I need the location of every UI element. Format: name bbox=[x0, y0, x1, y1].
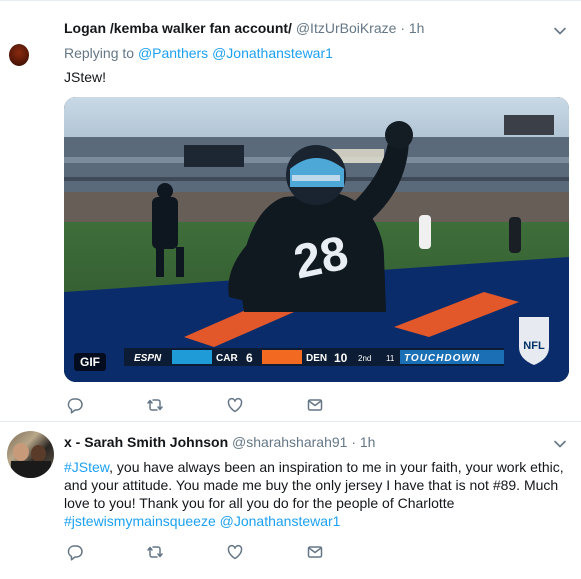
timestamp[interactable]: 1h bbox=[409, 20, 425, 36]
replying-prefix: Replying to bbox=[64, 45, 135, 61]
gif-badge: GIF bbox=[74, 353, 106, 371]
scoreboard-clock: 11 bbox=[386, 354, 395, 363]
mention-jonathanstewar1[interactable]: @Jonathanstewar1 bbox=[220, 513, 341, 529]
gif-frame: 28 NFL ESPN CAR 6 DEN 10 2nd 11 TOUCHDOW… bbox=[64, 97, 569, 382]
tweet-header: x - Sarah Smith Johnson @sharahsharah91 … bbox=[64, 434, 375, 450]
display-name[interactable]: x - Sarah Smith Johnson bbox=[64, 434, 228, 450]
reply-icon[interactable] bbox=[66, 396, 86, 416]
hashtag-jstew[interactable]: #JStew bbox=[64, 459, 109, 475]
jersey-number: 28 bbox=[289, 227, 352, 290]
handle[interactable]: @ItzUrBoiKraze bbox=[296, 20, 397, 36]
dm-icon[interactable] bbox=[306, 396, 326, 416]
like-icon[interactable] bbox=[226, 396, 246, 416]
tweet-text: JStew! bbox=[64, 69, 107, 85]
scoreboard-score1: 6 bbox=[246, 351, 253, 365]
hashtag-jstewismymainsqueeze[interactable]: #jstewismymainsqueeze bbox=[64, 513, 216, 529]
separator-dot: · bbox=[400, 20, 405, 36]
gif-media[interactable]: 28 NFL ESPN CAR 6 DEN 10 2nd 11 TOUCHDOW… bbox=[64, 97, 569, 382]
scoreboard-score2: 10 bbox=[334, 351, 348, 365]
tweet-actions bbox=[64, 543, 364, 563]
tweet-actions bbox=[64, 396, 364, 416]
handle[interactable]: @sharahsharah91 bbox=[232, 434, 347, 450]
avatar[interactable] bbox=[9, 44, 29, 66]
scoreboard-down: 2nd bbox=[358, 354, 371, 363]
retweet-icon[interactable] bbox=[146, 543, 166, 563]
timestamp[interactable]: 1h bbox=[360, 434, 376, 450]
scoreboard-team1: CAR bbox=[216, 353, 238, 364]
replying-to: Replying to @Panthers @Jonathanstewar1 bbox=[64, 45, 333, 61]
reply-icon[interactable] bbox=[66, 543, 86, 563]
display-name[interactable]: Logan /kemba walker fan account/ bbox=[64, 20, 292, 36]
scoreboard-banner: TOUCHDOWN bbox=[404, 353, 480, 364]
dm-icon[interactable] bbox=[306, 543, 326, 563]
nfl-logo-text: NFL bbox=[523, 340, 545, 352]
tweet-body: , you have always been an inspiration to… bbox=[64, 459, 564, 511]
mention-jonathanstewar1[interactable]: @Jonathanstewar1 bbox=[212, 45, 333, 61]
tweet-header: Logan /kemba walker fan account/ @ItzUrB… bbox=[64, 20, 424, 36]
scoreboard-team2: DEN bbox=[306, 353, 327, 364]
caret-down-icon[interactable] bbox=[553, 24, 567, 38]
caret-down-icon[interactable] bbox=[553, 437, 567, 451]
mention-panthers[interactable]: @Panthers bbox=[138, 45, 208, 61]
separator-dot: · bbox=[351, 434, 356, 450]
like-icon[interactable] bbox=[226, 543, 246, 563]
tweet-1[interactable]: Logan /kemba walker fan account/ @ItzUrB… bbox=[0, 0, 581, 421]
avatar[interactable] bbox=[7, 431, 54, 478]
retweet-icon[interactable] bbox=[146, 396, 166, 416]
scoreboard-network: ESPN bbox=[134, 353, 162, 364]
tweet-text: #JStew, you have always been an inspirat… bbox=[64, 458, 569, 530]
